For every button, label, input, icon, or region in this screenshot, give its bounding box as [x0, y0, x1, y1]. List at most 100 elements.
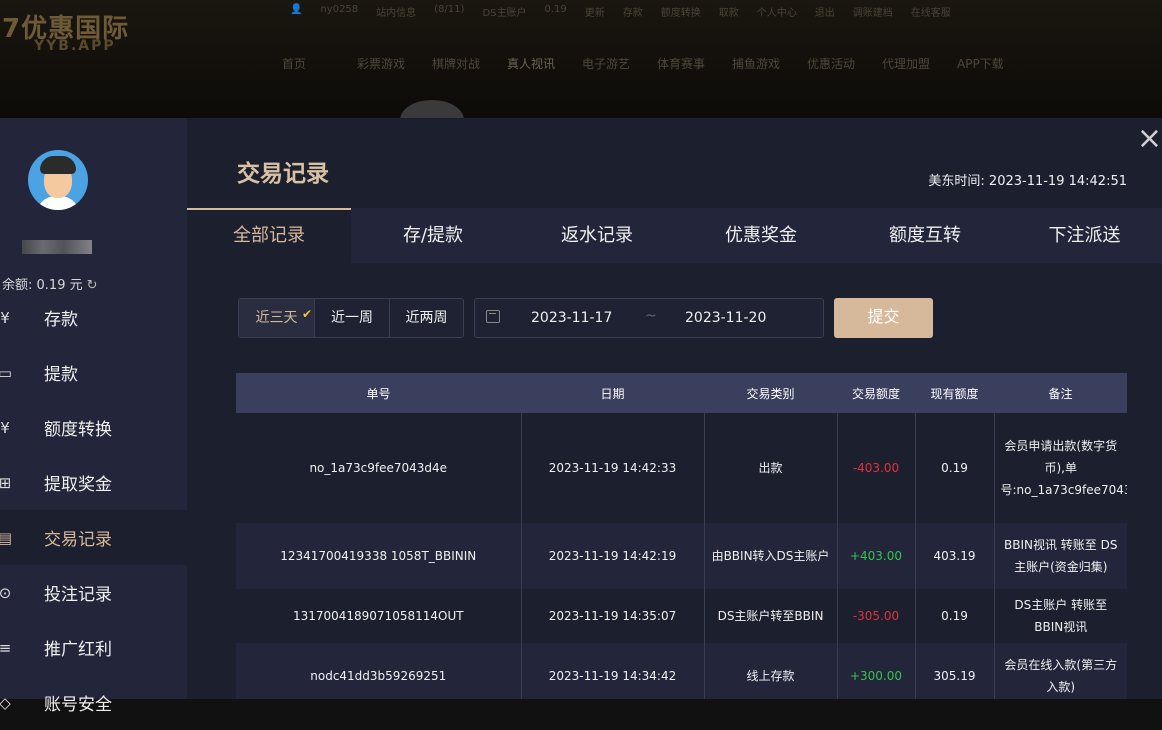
ticket-icon: ▭	[0, 363, 13, 382]
messages-link[interactable]: 站内信息	[376, 4, 416, 19]
sidebar-item-label: 投注记录	[44, 585, 112, 605]
shield-icon: ◇	[0, 693, 11, 712]
cell-type: 由BBIN转入DS主账户	[704, 523, 838, 589]
nav-item-active[interactable]: 真人视讯	[507, 55, 582, 72]
cell-type: DS主账户转至BBIN	[704, 589, 838, 643]
account-sidebar: 余额: 0.19 元 ↻ ¥ 存款 ▭ 提款 ¥ 额度转换 ⊞ 提取奖金 ▤ 交易记录 ⊙ 投…	[0, 118, 187, 715]
gift-icon: ⊞	[0, 473, 12, 492]
cell-id: 1317004189071058114OUT	[236, 589, 522, 643]
cell-date: 2023-11-19 14:42:33	[521, 413, 705, 523]
banner-ornament	[400, 100, 464, 118]
column-header: 现有额度	[915, 373, 994, 413]
profile-link[interactable]: 个人中心	[757, 4, 797, 19]
message-count: (8/11)	[434, 4, 465, 15]
transaction-table: 单号 日期 交易类别 交易额度 现有额度 备注 no_1a73c9fee7043…	[236, 373, 1127, 699]
cell-note: DS主账户 转账至 BBIN视讯	[994, 589, 1127, 643]
withdraw-link[interactable]: 取款	[719, 4, 739, 19]
sidebar-item-label: 存款	[44, 310, 78, 330]
cell-amount: +403.00	[837, 523, 916, 589]
page-title: 交易记录	[237, 161, 329, 187]
cell-id: nodc41dd3b59269251	[236, 643, 522, 699]
cell-type: 线上存款	[704, 643, 838, 699]
sidebar-item-label: 推广红利	[44, 640, 112, 660]
date-range-picker[interactable]: 2023-11-17 ~ 2023-11-20	[474, 298, 824, 338]
coins-icon: ≡	[0, 638, 12, 657]
period-2-weeks[interactable]: 近两周	[390, 299, 463, 337]
cell-id: 12341700419338 1058T_BBININ	[236, 523, 522, 589]
cell-balance: 403.19	[915, 523, 995, 589]
nav-item[interactable]: APP下载	[957, 55, 1032, 72]
cell-note: 会员在线入款(第三方入款)	[994, 643, 1127, 699]
nav-item[interactable]: 体育赛事	[657, 55, 732, 72]
main-nav: 首页 彩票游戏 棋牌对战 真人视讯 电子游艺 体育赛事 捕鱼游戏 优惠活动 代理…	[282, 55, 1032, 72]
cell-note: BBIN视讯 转账至 DS主账户(资金归集)	[994, 523, 1127, 589]
tab-promo-bonus[interactable]: 优惠奖金	[679, 208, 843, 263]
record-tabs: 全部记录 存/提款 返水记录 优惠奖金 额度互转 下注派送	[187, 208, 1162, 263]
logout-link[interactable]: 退出	[815, 4, 835, 19]
sidebar-item-label: 提款	[44, 365, 78, 385]
close-icon[interactable]: ×	[1137, 124, 1162, 154]
cell-balance: 0.19	[915, 589, 995, 643]
adjust-link[interactable]: 调账建档	[853, 4, 893, 19]
period-1-week[interactable]: 近一周	[315, 299, 390, 337]
table-header-row: 单号 日期 交易类别 交易额度 现有额度 备注	[236, 373, 1127, 413]
nav-item[interactable]: 彩票游戏	[357, 55, 432, 72]
period-selector: 近三天 ✔ 近一周 近两周	[238, 298, 464, 338]
tab-deposit-withdraw[interactable]: 存/提款	[351, 208, 515, 263]
tab-transfers[interactable]: 额度互转	[843, 208, 1007, 263]
column-header: 备注	[994, 373, 1127, 413]
site-logo-subtitle: YYB.APP	[34, 38, 116, 54]
checkmark-icon: ✔	[301, 307, 312, 321]
sidebar-item-label: 账号安全	[44, 695, 112, 715]
end-date[interactable]: 2023-11-20	[685, 310, 766, 326]
user-icon: 👤	[290, 4, 303, 15]
server-clock: 美东时间: 2023-11-19 14:42:51	[928, 170, 1127, 189]
tab-bet-payouts[interactable]: 下注派送	[1007, 208, 1162, 263]
nav-item[interactable]: 优惠活动	[807, 55, 882, 72]
username: ny0258	[320, 4, 359, 15]
document-icon: ▤	[0, 528, 13, 547]
sidebar-item-transactions[interactable]: ▤ 交易记录	[0, 510, 187, 565]
sidebar-item-referral[interactable]: ≡ 推广红利	[0, 620, 187, 675]
cell-amount: -305.00	[837, 589, 916, 643]
sidebar-item-label: 额度转换	[44, 420, 112, 440]
table-row: no_1a73c9fee7043d4e 2023-11-19 14:42:33 …	[236, 413, 1127, 523]
nav-item[interactable]: 捕鱼游戏	[732, 55, 807, 72]
sidebar-item-transfer[interactable]: ¥ 额度转换	[0, 400, 187, 455]
nav-item[interactable]: 代理加盟	[882, 55, 957, 72]
sidebar-item-bonus[interactable]: ⊞ 提取奖金	[0, 455, 187, 510]
nav-item[interactable]: 首页	[282, 55, 357, 72]
user-info-bar: 👤 ny0258 站内信息 (8/11) DS主账户 0.19 更新 存款 额度…	[290, 4, 951, 19]
start-date[interactable]: 2023-11-17	[531, 310, 612, 326]
nav-item[interactable]: 棋牌对战	[432, 55, 507, 72]
tab-rebate[interactable]: 返水记录	[515, 208, 679, 263]
sidebar-item-label: 提取奖金	[44, 475, 112, 495]
clock-value: 2023-11-19 14:42:51	[988, 174, 1127, 189]
submit-button[interactable]: 提交	[834, 298, 933, 338]
account-balance: 0.19	[544, 4, 567, 15]
table-row: 12341700419338 1058T_BBININ 2023-11-19 1…	[236, 523, 1127, 589]
cell-date: 2023-11-19 14:35:07	[521, 589, 705, 643]
refresh-link[interactable]: 更新	[585, 4, 605, 19]
cell-amount: +300.00	[837, 643, 916, 699]
deposit-link[interactable]: 存款	[623, 4, 643, 19]
transfer-link[interactable]: 额度转换	[661, 4, 701, 19]
date-separator: ~	[645, 308, 657, 324]
table-row: nodc41dd3b59269251 2023-11-19 14:34:42 线…	[236, 643, 1127, 699]
column-header: 单号	[236, 373, 521, 413]
period-3-days[interactable]: 近三天 ✔	[239, 299, 315, 337]
cell-date: 2023-11-19 14:34:42	[521, 643, 705, 699]
yen-circle-icon: ¥	[0, 308, 10, 327]
search-record-icon: ⊙	[0, 583, 12, 602]
calendar-icon	[486, 310, 500, 323]
nav-item[interactable]: 电子游艺	[582, 55, 657, 72]
tab-all-records[interactable]: 全部记录	[187, 208, 351, 263]
sidebar-item-security[interactable]: ◇ 账号安全	[0, 675, 187, 730]
sidebar-item-bets[interactable]: ⊙ 投注记录	[0, 565, 187, 620]
sidebar-item-deposit[interactable]: ¥ 存款	[0, 290, 187, 345]
cell-type: 出款	[704, 413, 838, 523]
clock-label: 美东时间:	[928, 174, 985, 189]
cell-date: 2023-11-19 14:42:19	[521, 523, 705, 589]
support-link[interactable]: 在线客服	[911, 4, 951, 19]
sidebar-item-withdraw[interactable]: ▭ 提款	[0, 345, 187, 400]
